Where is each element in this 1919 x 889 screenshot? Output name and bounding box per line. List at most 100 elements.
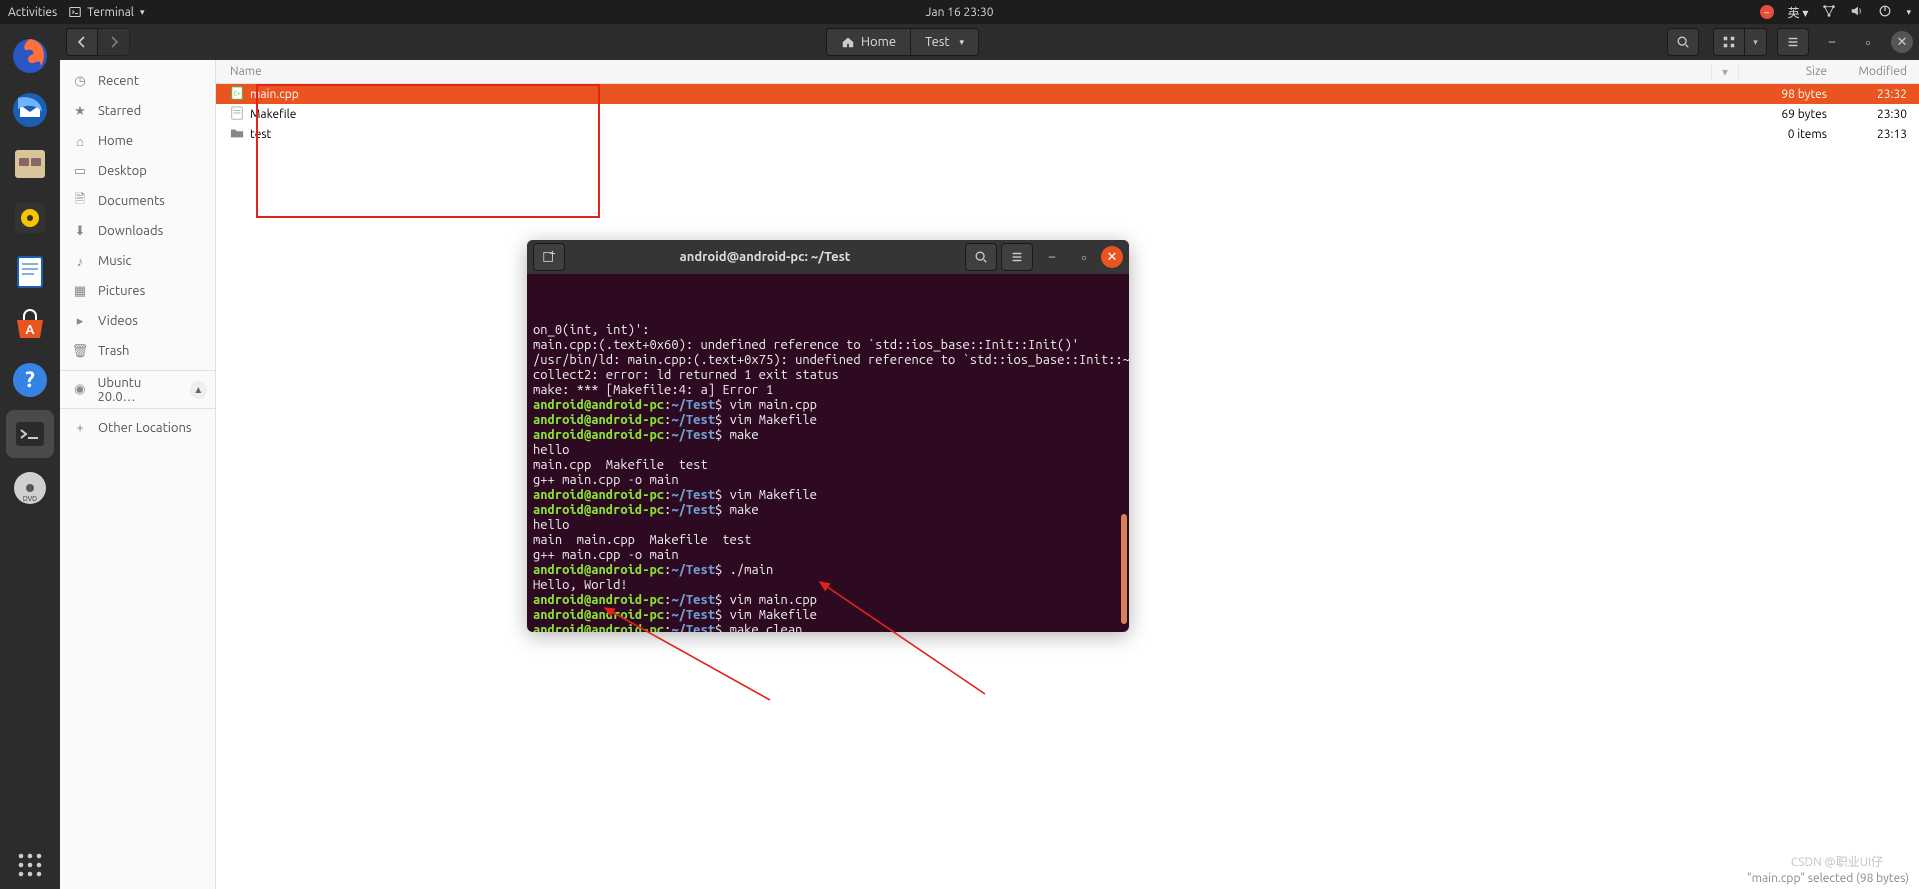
view-options-button[interactable]: ▾ bbox=[1745, 28, 1767, 56]
network-icon[interactable] bbox=[1822, 4, 1836, 21]
view-grid-button[interactable] bbox=[1713, 28, 1745, 56]
download-icon: ⬇ bbox=[72, 224, 88, 239]
file-name: main.cpp bbox=[250, 88, 299, 101]
terminal-output-line: main.cpp Makefile test bbox=[533, 458, 1123, 473]
dock-software[interactable]: A bbox=[6, 302, 54, 350]
terminal-prompt-line: android@android-pc:~/Test$ vim Makefile bbox=[533, 488, 1123, 503]
power-icon[interactable] bbox=[1878, 4, 1892, 21]
terminal-scrollbar[interactable] bbox=[1121, 514, 1127, 624]
terminal-prompt-line: android@android-pc:~/Test$ vim Makefile bbox=[533, 413, 1123, 428]
sidebar-item-disk[interactable]: ◉Ubuntu 20.0…▲ bbox=[60, 370, 215, 404]
file-list[interactable]: C+main.cpp98 bytes23:32Makefile69 bytes2… bbox=[216, 84, 1919, 144]
dock-nautilus[interactable] bbox=[6, 140, 54, 188]
activities-button[interactable]: Activities bbox=[8, 6, 57, 19]
terminal-output-line: make: *** [Makefile:4: a] Error 1 bbox=[533, 383, 1123, 398]
sidebar-item-home[interactable]: ⌂Home bbox=[60, 126, 215, 156]
sidebar-item-downloads[interactable]: ⬇Downloads bbox=[60, 216, 215, 246]
dock-thunderbird[interactable] bbox=[6, 86, 54, 134]
file-size: 0 items bbox=[1739, 128, 1839, 141]
terminal-output-line: on_0(int, int)': bbox=[533, 323, 1123, 338]
window-minimize-button[interactable]: – bbox=[1819, 29, 1845, 55]
volume-icon[interactable] bbox=[1850, 4, 1864, 21]
dock-cd[interactable]: DVD bbox=[6, 464, 54, 512]
file-row[interactable]: C+main.cpp98 bytes23:32 bbox=[216, 84, 1919, 104]
path-segment-current[interactable]: Test ▾ bbox=[911, 29, 978, 55]
dock-firefox[interactable] bbox=[6, 32, 54, 80]
clock-icon: ◷ bbox=[72, 74, 88, 89]
file-name: Makefile bbox=[250, 108, 296, 121]
window-close-button[interactable]: ✕ bbox=[1891, 31, 1913, 53]
search-icon bbox=[1676, 35, 1690, 49]
terminal-prompt-line: android@android-pc:~/Test$ vim main.cpp bbox=[533, 398, 1123, 413]
plus-icon: + bbox=[72, 421, 88, 435]
dock-rhythmbox[interactable] bbox=[6, 194, 54, 242]
dock-show-apps[interactable] bbox=[6, 841, 54, 889]
sidebar-item-music[interactable]: ♪Music bbox=[60, 246, 215, 276]
music-icon: ♪ bbox=[72, 254, 88, 269]
column-name[interactable]: Name bbox=[216, 65, 1711, 78]
terminal-output-line: main.cpp:(.text+0x60): undefined referen… bbox=[533, 338, 1123, 353]
path-segment-home[interactable]: Home bbox=[827, 29, 911, 55]
terminal-prompt-line: android@android-pc:~/Test$ vim main.cpp bbox=[533, 593, 1123, 608]
column-modified[interactable]: Modified bbox=[1839, 65, 1919, 78]
watermark: CSDN @职业UI仔 bbox=[1791, 853, 1883, 870]
terminal-output-line: g++ main.cpp -o main bbox=[533, 548, 1123, 563]
forward-button[interactable] bbox=[98, 28, 130, 56]
terminal-title: android@android-pc: ~/Test bbox=[565, 250, 965, 264]
pathbar[interactable]: Home Test ▾ bbox=[826, 28, 979, 56]
file-modified: 23:30 bbox=[1839, 108, 1919, 121]
desktop-icon: ▭ bbox=[72, 164, 88, 179]
terminal-menu-button[interactable] bbox=[1001, 243, 1033, 271]
column-size[interactable]: Size bbox=[1739, 65, 1839, 78]
app-menu[interactable]: Terminal ▾ bbox=[69, 6, 144, 19]
terminal-output-line: collect2: error: ld returned 1 exit stat… bbox=[533, 368, 1123, 383]
dock-libreoffice-writer[interactable] bbox=[6, 248, 54, 296]
sidebar-item-documents[interactable]: 🗎Documents bbox=[60, 186, 215, 216]
file-name: test bbox=[250, 128, 271, 141]
file-row[interactable]: Makefile69 bytes23:30 bbox=[216, 104, 1919, 124]
terminal-prompt-line: android@android-pc:~/Test$ make bbox=[533, 503, 1123, 518]
terminal-output-line: hello bbox=[533, 443, 1123, 458]
sidebar-item-videos[interactable]: ▸Videos bbox=[60, 306, 215, 336]
new-tab-button[interactable] bbox=[533, 243, 565, 271]
file-icon bbox=[230, 106, 244, 123]
clock[interactable]: Jan 16 23:30 bbox=[926, 6, 994, 19]
files-headerbar: Home Test ▾ ▾ – ▫ ✕ bbox=[60, 24, 1919, 60]
home-icon: ⌂ bbox=[72, 134, 88, 149]
terminal-minimize-button[interactable]: – bbox=[1039, 244, 1065, 270]
eject-button[interactable]: ▲ bbox=[190, 381, 207, 399]
back-button[interactable] bbox=[66, 28, 98, 56]
dock-terminal[interactable] bbox=[6, 410, 54, 458]
file-icon bbox=[230, 126, 244, 143]
terminal-window[interactable]: android@android-pc: ~/Test – ▫ ✕ on_0(in… bbox=[527, 240, 1129, 632]
chevron-down-icon[interactable]: ▾ bbox=[1906, 7, 1911, 18]
do-not-disturb-icon[interactable]: – bbox=[1760, 5, 1774, 19]
terminal-close-button[interactable]: ✕ bbox=[1101, 246, 1123, 268]
terminal-body[interactable]: on_0(int, int)':main.cpp:(.text+0x60): u… bbox=[527, 274, 1129, 632]
terminal-output-line: hello bbox=[533, 518, 1123, 533]
sidebar-item-starred[interactable]: ★Starred bbox=[60, 96, 215, 126]
video-icon: ▸ bbox=[72, 314, 88, 329]
svg-text:DVD: DVD bbox=[23, 495, 37, 503]
terminal-maximize-button[interactable]: ▫ bbox=[1071, 244, 1097, 270]
input-source-indicator[interactable]: 英 ▾ bbox=[1788, 4, 1809, 21]
sidebar-item-recent[interactable]: ◷Recent bbox=[60, 66, 215, 96]
search-button[interactable] bbox=[1667, 28, 1699, 56]
sidebar-item-trash[interactable]: 🗑Trash bbox=[60, 336, 215, 366]
column-menu-button[interactable]: ▾ bbox=[1711, 65, 1739, 79]
file-row[interactable]: test0 items23:13 bbox=[216, 124, 1919, 144]
hamburger-icon bbox=[1010, 250, 1024, 264]
sidebar-item-desktop[interactable]: ▭Desktop bbox=[60, 156, 215, 186]
terminal-headerbar: android@android-pc: ~/Test – ▫ ✕ bbox=[527, 240, 1129, 274]
disk-icon: ◉ bbox=[72, 382, 87, 397]
sidebar-item-pictures[interactable]: ▦Pictures bbox=[60, 276, 215, 306]
sidebar-item-other[interactable]: +Other Locations bbox=[60, 408, 215, 442]
dock-help[interactable]: ? bbox=[6, 356, 54, 404]
terminal-prompt-line: android@android-pc:~/Test$ ./main bbox=[533, 563, 1123, 578]
hamburger-menu-button[interactable] bbox=[1777, 28, 1809, 56]
terminal-icon bbox=[69, 6, 81, 18]
file-size: 98 bytes bbox=[1739, 88, 1839, 101]
terminal-search-button[interactable] bbox=[965, 243, 997, 271]
svg-text:A: A bbox=[25, 323, 35, 337]
window-maximize-button[interactable]: ▫ bbox=[1855, 29, 1881, 55]
